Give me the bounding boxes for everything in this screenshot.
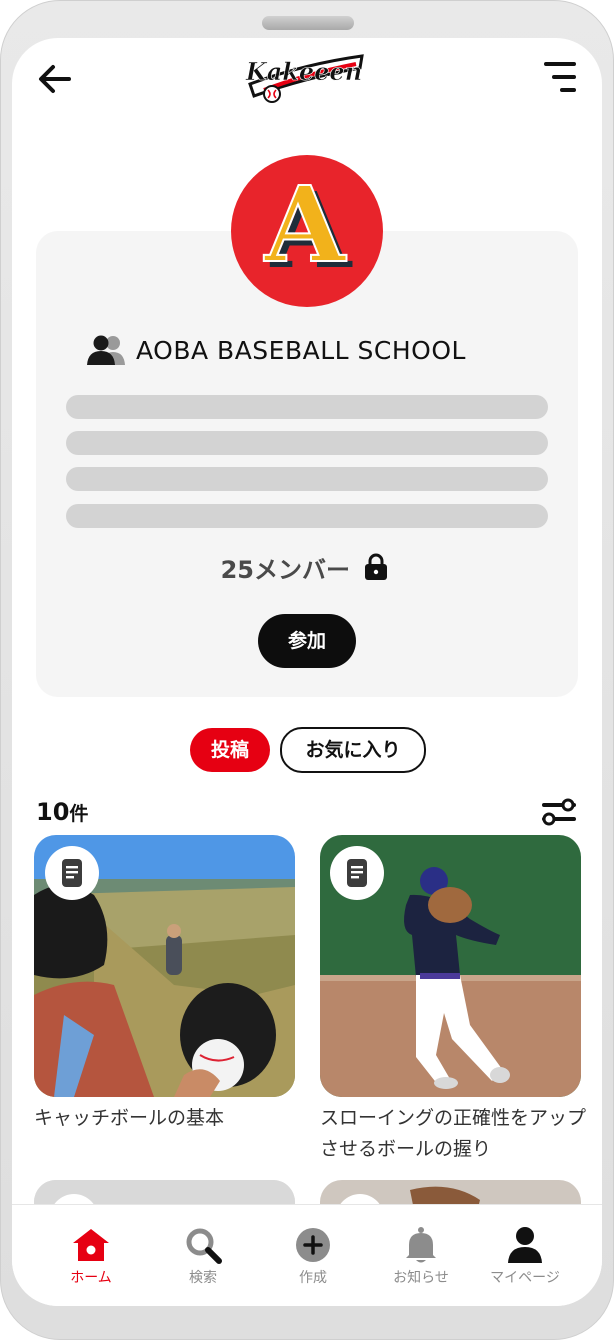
- members-group-icon: [86, 334, 126, 366]
- svg-text:A: A: [264, 163, 347, 286]
- filter-sliders-icon: [542, 798, 576, 826]
- nav-label-notifications: お知らせ: [393, 1270, 449, 1286]
- person-icon: [508, 1227, 542, 1263]
- team-name: AOBA BASEBALL SCHOOL: [136, 336, 466, 365]
- lock-icon: [364, 552, 388, 582]
- filter-button[interactable]: [540, 796, 578, 828]
- team-emblem: A A: [231, 155, 383, 307]
- bottom-navigation: ホーム 検索 作成 お知らせ マイページ: [12, 1204, 602, 1306]
- tab-posts[interactable]: 投稿: [190, 728, 270, 772]
- post-type-badge: [330, 846, 384, 900]
- nav-home[interactable]: ホーム: [36, 1205, 146, 1306]
- post-count-unit: 件: [69, 803, 89, 825]
- search-icon: [186, 1228, 222, 1264]
- tab-favorites[interactable]: お気に入り: [280, 727, 426, 773]
- document-icon: [347, 859, 367, 887]
- nav-notifications[interactable]: お知らせ: [366, 1205, 476, 1306]
- description-placeholder-line: [66, 467, 548, 491]
- svg-text:Kakeeen: Kakeeen: [245, 57, 362, 86]
- nav-label-create: 作成: [299, 1270, 327, 1286]
- member-count: 25メンバー: [220, 556, 350, 584]
- menu-button[interactable]: [540, 60, 580, 96]
- post-count-number: 10: [36, 798, 70, 826]
- plus-circle-icon: [296, 1228, 330, 1262]
- bell-icon: [406, 1227, 436, 1263]
- nav-label-search: 検索: [189, 1270, 217, 1286]
- nav-label-home: ホーム: [70, 1270, 112, 1286]
- app-logo: Kakeeen: [244, 44, 368, 108]
- post-type-badge: [45, 846, 99, 900]
- description-placeholder-line: [66, 395, 548, 419]
- arrow-left-icon: [39, 65, 71, 93]
- back-button[interactable]: [36, 62, 72, 96]
- home-icon: [73, 1229, 109, 1261]
- nav-search[interactable]: 検索: [148, 1205, 258, 1306]
- description-placeholder-line: [66, 504, 548, 528]
- description-placeholder-line: [66, 431, 548, 455]
- app-screen: Kakeeen A A AOBA BASEBALL SCHOOL 25メンバー: [12, 38, 602, 1306]
- device-speaker: [262, 16, 354, 30]
- nav-mypage[interactable]: マイページ: [470, 1205, 580, 1306]
- document-icon: [62, 859, 82, 887]
- menu-icon: [544, 62, 576, 92]
- nav-create[interactable]: 作成: [258, 1205, 368, 1306]
- post-title[interactable]: スローイングの正確性をアップさせるボールの握り: [320, 1103, 590, 1165]
- post-title[interactable]: キャッチボールの基本: [34, 1103, 304, 1134]
- join-button[interactable]: 参加: [258, 614, 356, 668]
- post-count: 10件: [36, 794, 126, 830]
- nav-label-mypage: マイページ: [490, 1270, 560, 1286]
